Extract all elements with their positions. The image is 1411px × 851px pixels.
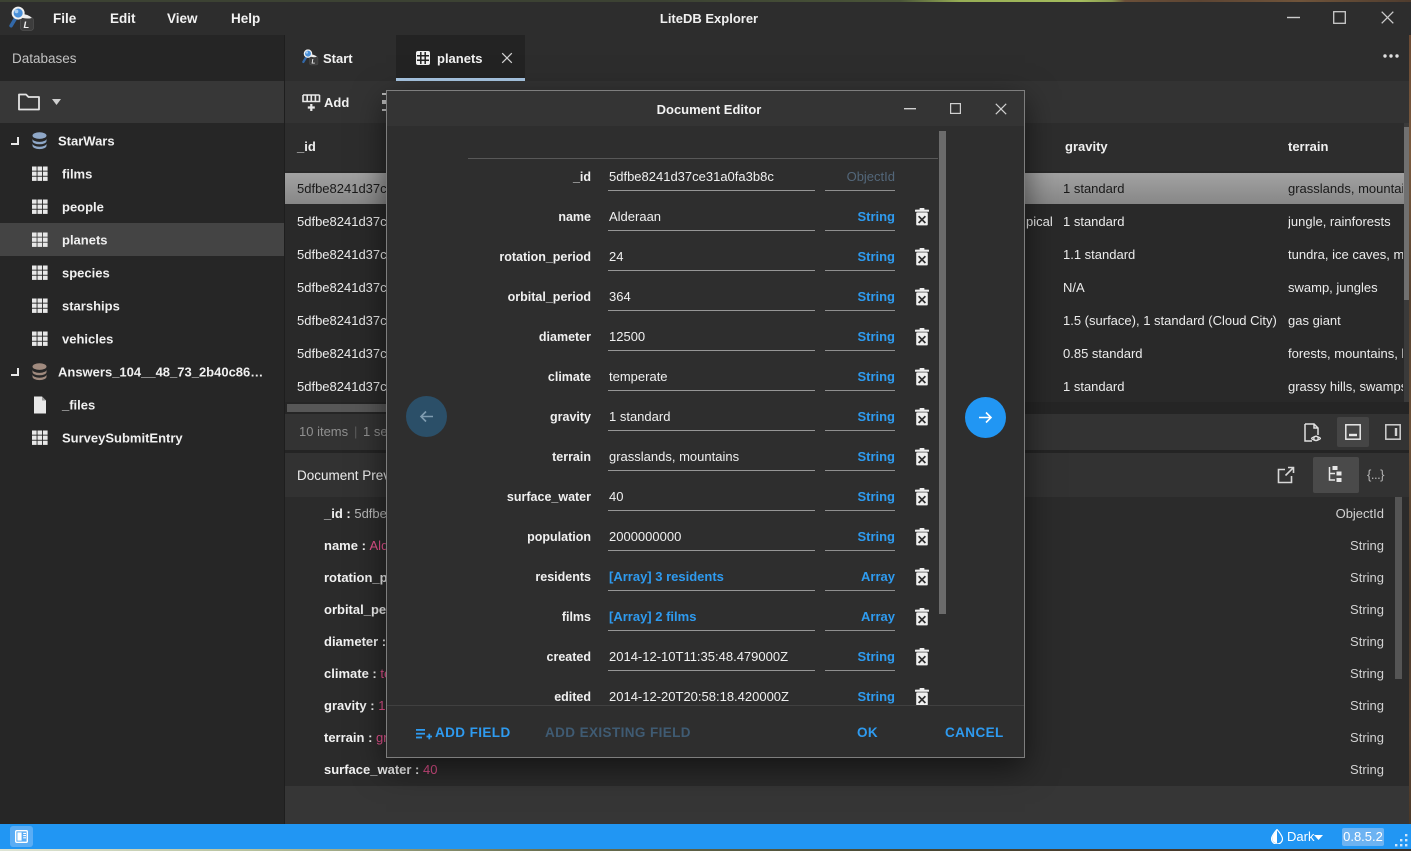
svg-text:L: L — [312, 58, 316, 65]
